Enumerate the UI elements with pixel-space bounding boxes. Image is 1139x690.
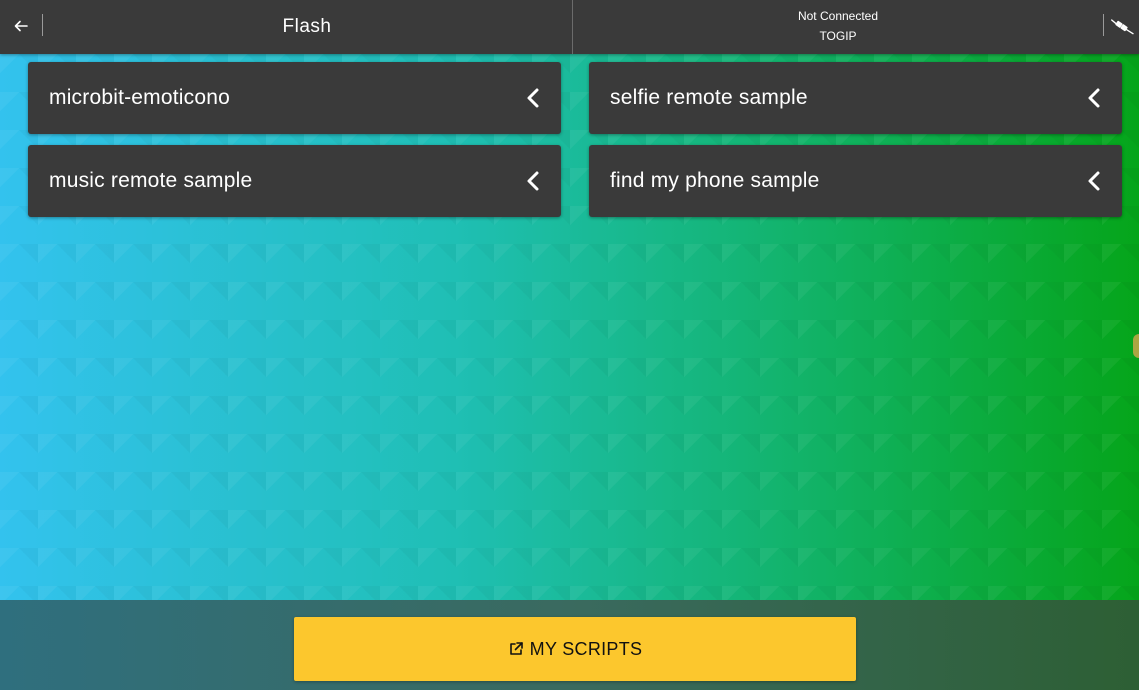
background-pattern: [0, 54, 1139, 600]
connect-button[interactable]: [1110, 12, 1139, 40]
chevron-left-icon[interactable]: [523, 86, 543, 110]
top-bar: Flash Not Connected TOGIP: [0, 0, 1139, 54]
chevron-left-icon[interactable]: [1084, 169, 1104, 193]
connection-status[interactable]: Not Connected TOGIP: [573, 6, 1103, 48]
edge-handle[interactable]: [1133, 334, 1139, 358]
script-card-label: selfie remote sample: [610, 86, 808, 109]
script-card-2[interactable]: music remote sample: [28, 145, 561, 217]
script-card-label: microbit-emoticono: [49, 86, 230, 109]
connection-status-text: Not Connected: [797, 9, 879, 23]
page-title: Flash: [282, 16, 332, 37]
chevron-left-icon[interactable]: [1084, 86, 1104, 110]
script-card-label: find my phone sample: [610, 169, 820, 192]
chevron-left-icon[interactable]: [523, 169, 543, 193]
my-scripts-button[interactable]: MY SCRIPTS: [294, 617, 856, 681]
back-button[interactable]: [6, 9, 36, 43]
script-card-1[interactable]: selfie remote sample: [589, 62, 1122, 134]
script-card-3[interactable]: find my phone sample: [589, 145, 1122, 217]
divider: [1103, 14, 1104, 36]
script-card-label: music remote sample: [49, 169, 253, 192]
external-link-icon: [509, 642, 523, 655]
device-name: TOGIP: [819, 29, 857, 43]
my-scripts-label: MY SCRIPTS: [529, 638, 643, 659]
script-card-0[interactable]: microbit-emoticono: [28, 62, 561, 134]
plug-icon: [1111, 19, 1134, 35]
arrow-left-icon: [14, 20, 28, 32]
